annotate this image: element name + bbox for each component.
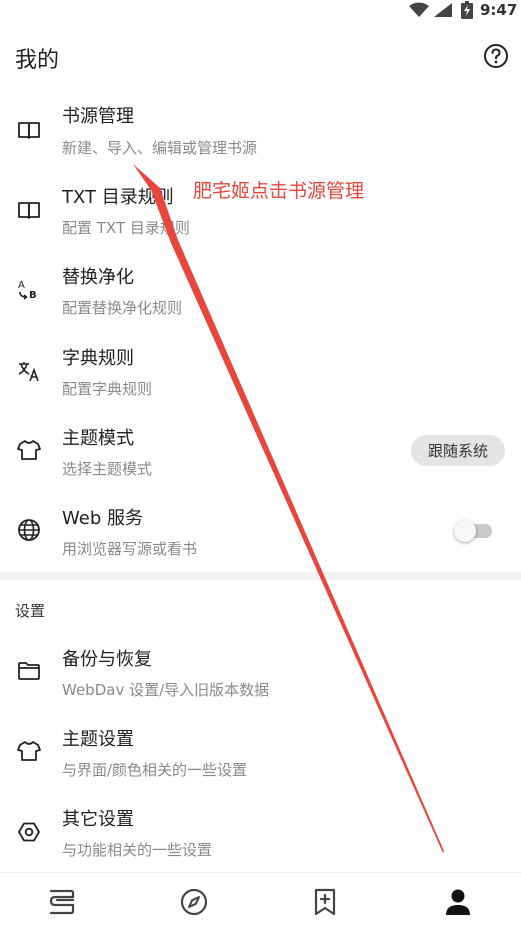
item-title: 备份与恢复 [62,649,152,670]
list-item-book-source[interactable]: 书源管理 新建、导入、编辑或管理书源 [0,90,521,170]
item-subtitle: 选择主题模式 [62,460,153,478]
signal-icon [434,3,452,17]
item-title: 其它设置 [62,809,134,830]
item-title: 主题模式 [62,428,134,449]
list-item-other-settings[interactable]: 其它设置 与功能相关的一些设置 [0,795,521,875]
list-item-theme-settings[interactable]: 主题设置 与界面/颜色相关的一些设置 [0,715,521,795]
item-subtitle: 与功能相关的一些设置 [62,841,213,859]
item-subtitle: 与界面/颜色相关的一些设置 [62,761,248,779]
bookmark-add-icon[interactable] [310,887,340,917]
section-divider [0,572,521,580]
item-title: 书源管理 [62,106,134,127]
page-title: 我的 [15,48,60,73]
item-title: 替换净化 [62,267,134,288]
compass-icon[interactable] [179,887,209,917]
status-bar: 9:47 [0,0,521,22]
translate-icon [18,362,39,382]
annotation-text: 肥宅姬点击书源管理 [193,180,365,202]
web-service-toggle[interactable] [454,520,494,542]
item-subtitle: 新建、导入、编辑或管理书源 [62,139,258,157]
list-item-dictionary-rules[interactable]: 字典规则 配置字典规则 [0,333,521,413]
hexagon-settings-icon [18,822,40,842]
status-time: 9:47 [480,1,518,19]
shirt-icon [17,741,41,761]
item-subtitle: WebDav 设置/导入旧版本数据 [62,681,270,699]
folder-icon [18,662,40,680]
book-icon [18,122,40,139]
section-header-settings: 设置 [15,602,46,620]
item-title: 字典规则 [62,348,134,369]
item-subtitle: 用浏览器写源或看书 [62,540,198,558]
item-subtitle: 配置替换净化规则 [62,299,183,317]
wifi-icon [409,2,429,17]
shirt-icon [17,440,41,460]
bookshelf-icon[interactable] [47,887,77,917]
book-icon [18,202,40,219]
bottom-navigation [0,872,521,925]
replace-icon: A B [18,280,37,301]
list-item-web-service[interactable]: Web 服务 用浏览器写源或看书 [0,494,521,574]
list-item-backup-restore[interactable]: 备份与恢复 WebDav 设置/导入旧版本数据 [0,634,521,714]
help-circle-icon[interactable] [483,43,509,69]
svg-text:A: A [18,280,25,291]
item-subtitle: 配置 TXT 目录规则 [62,219,190,237]
globe-icon [18,519,40,541]
item-title: 主题设置 [62,729,134,750]
toggle-thumb [454,520,476,542]
theme-mode-value-chip[interactable]: 跟随系统 [411,435,505,466]
svg-text:B: B [29,290,37,301]
list-item-replace-purify[interactable]: A B 替换净化 配置替换净化规则 [0,252,521,332]
item-title: TXT 目录规则 [62,187,174,208]
item-title: Web 服务 [62,508,143,529]
person-icon[interactable] [443,887,473,917]
item-subtitle: 配置字典规则 [62,380,153,398]
battery-icon [461,1,473,19]
